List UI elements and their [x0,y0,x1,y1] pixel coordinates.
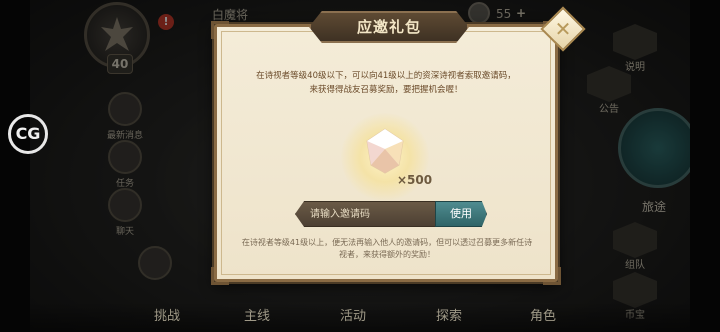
frame-corner [543,267,561,285]
invite-code-input[interactable] [295,201,447,227]
tab-event[interactable]: 活动 [340,305,366,324]
note-line: 视者，来获得额外的奖励！ [339,250,435,259]
dialog-title: 应邀礼包 [309,11,469,43]
tab-explore[interactable]: 探索 [436,305,462,324]
crystal-icon [366,128,404,174]
watermark-logo: CG [8,114,48,154]
frame-corner [211,267,229,285]
tab-challenge[interactable]: 挑战 [154,305,180,324]
use-button[interactable]: 使用 [435,201,487,227]
description-line: 来获得得战友召募奖励，要把握机会喔！ [309,85,463,95]
letterbox-left [0,0,30,332]
frame-corner [211,21,229,39]
dialog-description: 在诗视者等级40级以下，可以向41级以上的资深诗视者索取邀请码， 来获得得战友召… [237,69,535,97]
dialog-note: 在诗视者等级41级以上，便无法再输入他人的邀请码，但可以透过召募更多新任诗 视者… [239,237,535,261]
reward-quantity: ×500 [397,173,433,187]
tab-character[interactable]: 角色 [530,305,556,324]
tab-main[interactable]: 主线 [244,305,270,324]
letterbox-right [690,0,720,332]
note-line: 在诗视者等级41级以上，便无法再输入他人的邀请码，但可以透过召募更多新任诗 [241,238,533,247]
invite-gift-dialog: 应邀礼包 ✕ 在诗视者等级40级以下，可以向41级以上的资深诗视者索取邀请码， … [211,6,586,285]
description-line: 在诗视者等级40级以下，可以向41级以上的资深诗视者索取邀请码， [256,71,516,81]
close-icon: ✕ [554,17,572,41]
bottom-nav: 挑战 主线 活动 探索 角色 [30,302,690,332]
